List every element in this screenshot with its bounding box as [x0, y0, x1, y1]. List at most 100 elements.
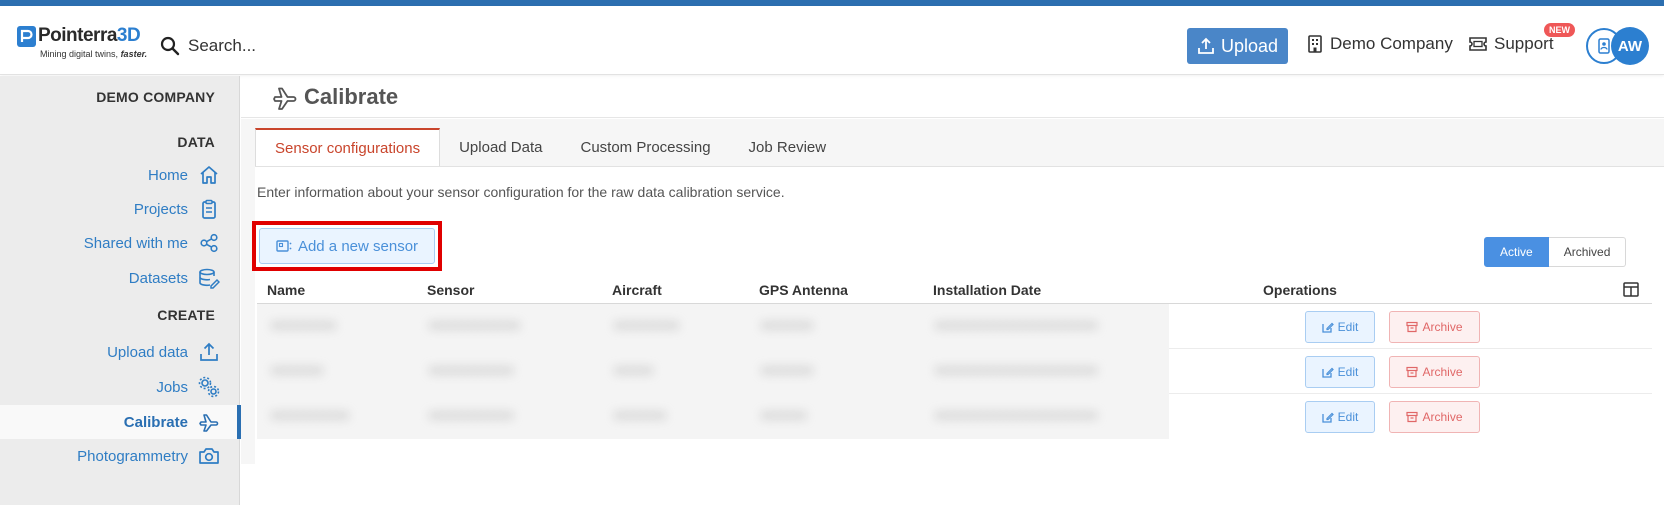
- column-header-gps-antenna[interactable]: GPS Antenna: [759, 282, 848, 298]
- support-label: Support: [1494, 34, 1554, 53]
- sensor-configurations-pane: Enter information about your sensor conf…: [252, 166, 1664, 464]
- building-icon: [1308, 35, 1322, 53]
- edit-label: Edit: [1337, 320, 1359, 334]
- table-row[interactable]: xxxxxxxxxx xxxxxxxxxxxxxx xxxxxxxxxx xxx…: [257, 304, 1652, 349]
- logo-mark-icon: [17, 26, 36, 47]
- clipboard-icon: [202, 199, 216, 219]
- company-label: Demo Company: [1330, 34, 1453, 53]
- edit-label: Edit: [1337, 410, 1359, 424]
- sidebar-item-label: Calibrate: [123, 413, 188, 431]
- filter-active-button[interactable]: Active: [1484, 237, 1549, 267]
- pointerra-logo[interactable]: Pointerra3D Mining digital twins, faster…: [17, 25, 147, 62]
- sidebar-item-datasets[interactable]: Datasets: [0, 261, 240, 295]
- upload-button[interactable]: Upload: [1187, 28, 1288, 64]
- sidebar-item-shared-with-me[interactable]: Shared with me: [0, 226, 240, 260]
- plane-icon: [199, 414, 219, 432]
- sidebar-item-label: Shared with me: [83, 234, 188, 252]
- avatar[interactable]: AW: [1611, 27, 1649, 65]
- sidebar-item-projects[interactable]: Projects: [0, 192, 240, 226]
- highlight-box: Add a new sensor: [252, 221, 442, 271]
- tab-description: Enter information about your sensor conf…: [257, 184, 785, 200]
- table-row[interactable]: xxxxxxxx xxxxxxxxxxxxx xxxxxx xxxxxxxx x…: [257, 349, 1652, 394]
- sidebar-item-label: Projects: [133, 200, 188, 218]
- upload-icon: [200, 342, 218, 361]
- page-header: Calibrate: [241, 76, 1664, 118]
- add-sensor-button[interactable]: Add a new sensor: [259, 228, 435, 264]
- add-sensor-label: Add a new sensor: [297, 237, 419, 255]
- archive-icon: [1406, 411, 1419, 423]
- camera-icon: [199, 448, 219, 464]
- column-header-installation-date[interactable]: Installation Date: [933, 282, 1041, 298]
- datasets-icon: [199, 268, 220, 289]
- new-badge: NEW: [1544, 23, 1575, 37]
- sidebar-item-label: Home: [147, 166, 188, 184]
- sidebar-item-photogrammetry[interactable]: Photogrammetry: [0, 439, 240, 473]
- page-title: Calibrate: [304, 84, 399, 109]
- tab-custom-processing[interactable]: Custom Processing: [561, 128, 729, 166]
- id-badge-icon: [1598, 38, 1610, 54]
- search-icon[interactable]: [160, 36, 180, 56]
- tab-sensor-configurations[interactable]: Sensor configurations: [255, 128, 441, 166]
- sidebar: DEMO COMPANY DATA Home Projects Shared w…: [0, 76, 241, 505]
- edit-button[interactable]: Edit: [1305, 356, 1375, 388]
- redacted-row-content: xxxxxxxxxx xxxxxxxxxxxxxx xxxxxxxxxx xxx…: [257, 304, 1169, 349]
- tab-upload-data[interactable]: Upload Data: [440, 128, 561, 166]
- calibrate-panel: Sensor configurations Upload Data Custom…: [241, 119, 1664, 464]
- sensor-card-icon: [276, 240, 292, 252]
- edit-icon: [1322, 412, 1334, 423]
- filter-archived-button[interactable]: Archived: [1548, 237, 1627, 267]
- upload-icon: [1198, 37, 1214, 54]
- main-content: Calibrate Sensor configurations Upload D…: [241, 76, 1664, 505]
- column-header-aircraft[interactable]: Aircraft: [612, 282, 662, 298]
- sidebar-item-home[interactable]: Home: [0, 158, 240, 192]
- sidebar-create-heading: CREATE: [157, 307, 215, 323]
- edit-label: Edit: [1337, 365, 1359, 379]
- table-row[interactable]: xxxxxxxxxxxx xxxxxxxxxxxxx xxxxxxxx xxxx…: [257, 394, 1652, 439]
- status-filter: Active Archived: [1484, 237, 1627, 267]
- edit-button[interactable]: Edit: [1305, 401, 1375, 433]
- column-settings-icon[interactable]: [1623, 282, 1639, 297]
- user-menu[interactable]: AW: [1586, 27, 1650, 65]
- archive-button[interactable]: Archive: [1389, 401, 1480, 433]
- company-switcher[interactable]: Demo Company: [1308, 34, 1453, 54]
- column-header-name[interactable]: Name: [267, 282, 305, 298]
- sidebar-data-heading: DATA: [177, 134, 215, 150]
- tab-bar: Sensor configurations Upload Data Custom…: [255, 128, 845, 166]
- share-icon: [200, 233, 218, 253]
- app-header: Pointerra3D Mining digital twins, faster…: [0, 6, 1664, 75]
- archive-label: Archive: [1422, 320, 1463, 334]
- redacted-row-content: xxxxxxxx xxxxxxxxxxxxx xxxxxx xxxxxxxx x…: [257, 349, 1169, 394]
- table-header: Name Sensor Aircraft GPS Antenna Install…: [257, 277, 1652, 304]
- archive-icon: [1406, 321, 1419, 333]
- global-search: [160, 32, 388, 60]
- archive-button[interactable]: Archive: [1389, 311, 1480, 343]
- redacted-row-content: xxxxxxxxxxxx xxxxxxxxxxxxx xxxxxxxx xxxx…: [257, 394, 1169, 439]
- sensor-table: Name Sensor Aircraft GPS Antenna Install…: [257, 277, 1652, 439]
- tab-job-review[interactable]: Job Review: [730, 128, 846, 166]
- sidebar-item-label: Jobs: [156, 378, 188, 396]
- sidebar-item-label: Photogrammetry: [77, 447, 188, 465]
- upload-button-label: Upload: [1220, 35, 1279, 56]
- search-input[interactable]: [188, 36, 388, 56]
- archive-icon: [1406, 366, 1419, 378]
- support-link[interactable]: Support: [1469, 34, 1554, 54]
- edit-icon: [1322, 322, 1334, 333]
- sidebar-item-label: Upload data: [107, 343, 188, 361]
- edit-icon: [1322, 367, 1334, 378]
- logo-tagline: Mining digital twins, faster.: [40, 49, 148, 59]
- sidebar-item-label: Datasets: [128, 269, 188, 287]
- plane-icon: [273, 87, 297, 110]
- sidebar-item-calibrate[interactable]: Calibrate: [0, 405, 241, 439]
- archive-label: Archive: [1422, 365, 1463, 379]
- column-header-sensor[interactable]: Sensor: [427, 282, 474, 298]
- home-icon: [200, 166, 218, 184]
- sidebar-item-upload-data[interactable]: Upload data: [0, 335, 240, 369]
- ticket-icon: [1469, 37, 1487, 51]
- column-header-operations: Operations: [1263, 282, 1337, 298]
- logo-wordmark: Pointerra3D: [38, 25, 141, 46]
- gears-icon: [198, 376, 220, 398]
- sidebar-item-jobs[interactable]: Jobs: [0, 370, 240, 404]
- edit-button[interactable]: Edit: [1305, 311, 1375, 343]
- sidebar-org-heading: DEMO COMPANY: [96, 89, 215, 105]
- archive-button[interactable]: Archive: [1389, 356, 1480, 388]
